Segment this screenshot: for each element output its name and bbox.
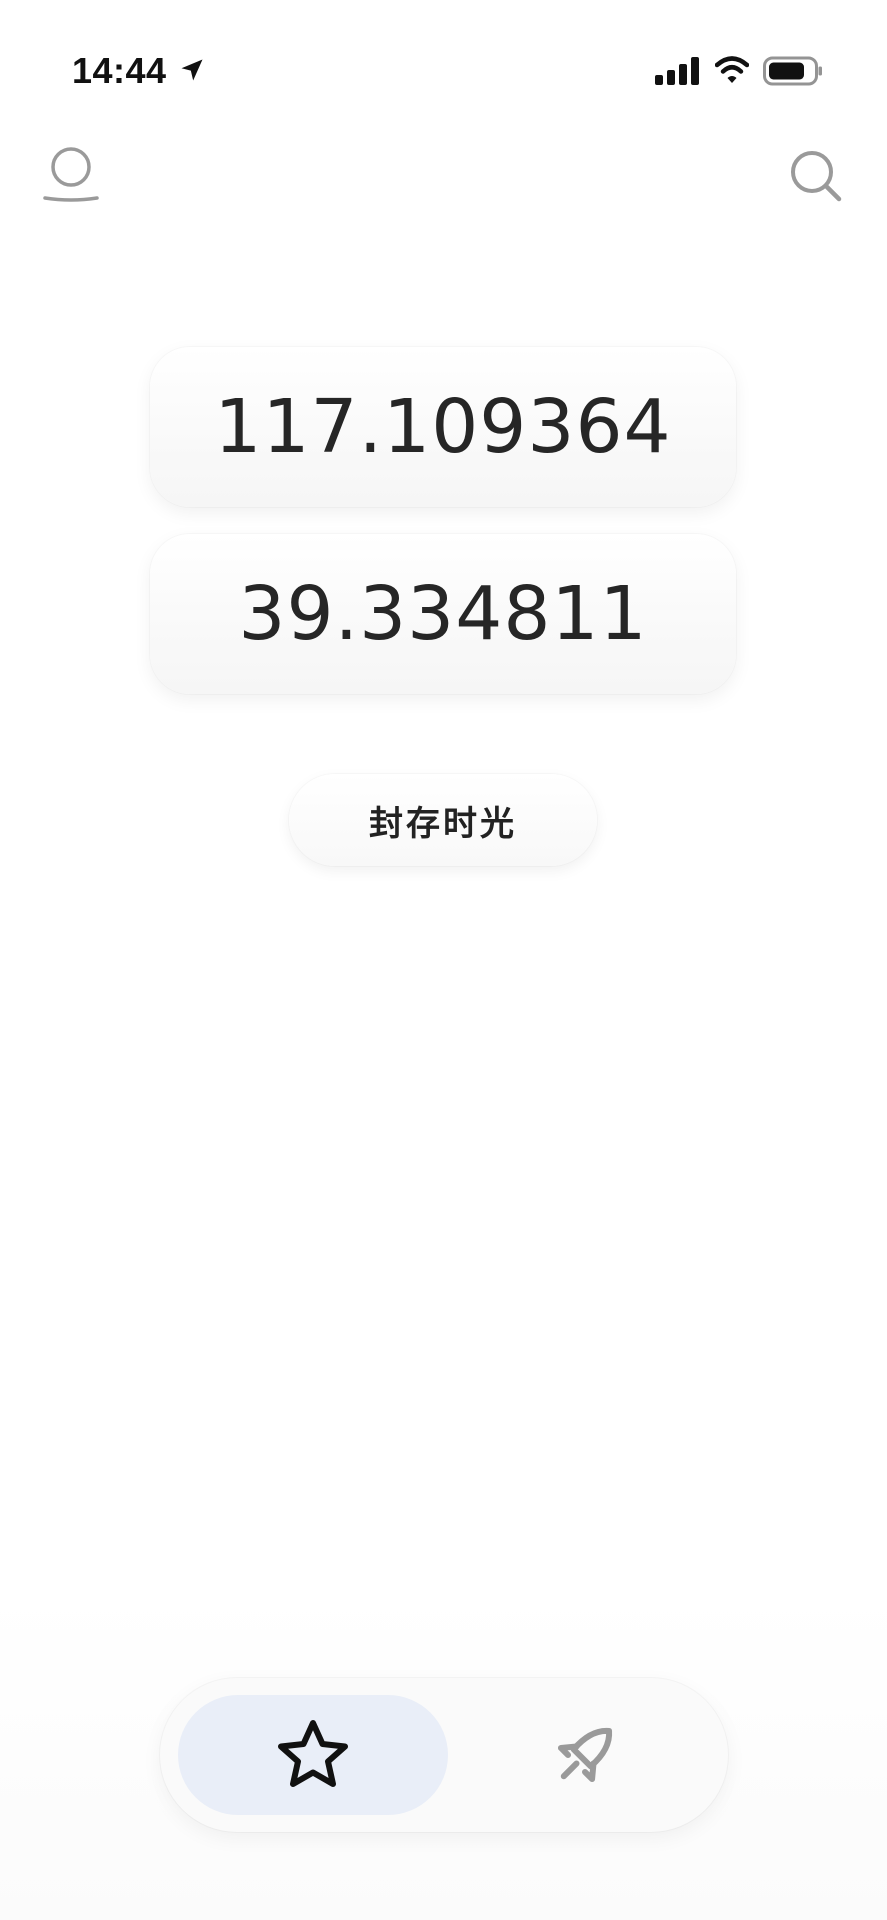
- latitude-card: 39.334811: [150, 534, 736, 694]
- rocket-icon: [557, 1727, 613, 1783]
- star-icon: [278, 1720, 348, 1787]
- status-time: 14:44: [72, 50, 167, 91]
- archive-time-button[interactable]: 封存时光: [289, 774, 597, 866]
- longitude-value: 117.109364: [214, 384, 672, 470]
- archive-time-label: 封存时光: [369, 803, 517, 844]
- tab-tools[interactable]: [460, 1695, 710, 1815]
- tab-bar: [160, 1678, 728, 1832]
- status-bar: 14:44: [0, 0, 887, 140]
- profile-icon[interactable]: [42, 146, 100, 204]
- location-arrow-icon: [181, 59, 203, 81]
- wifi-icon: [715, 56, 749, 83]
- tab-favorites[interactable]: [178, 1695, 448, 1815]
- search-icon[interactable]: [788, 148, 844, 204]
- signal-icon: [655, 57, 699, 85]
- longitude-card: 117.109364: [150, 347, 736, 507]
- latitude-value: 39.334811: [238, 571, 648, 657]
- battery-icon: [763, 56, 822, 86]
